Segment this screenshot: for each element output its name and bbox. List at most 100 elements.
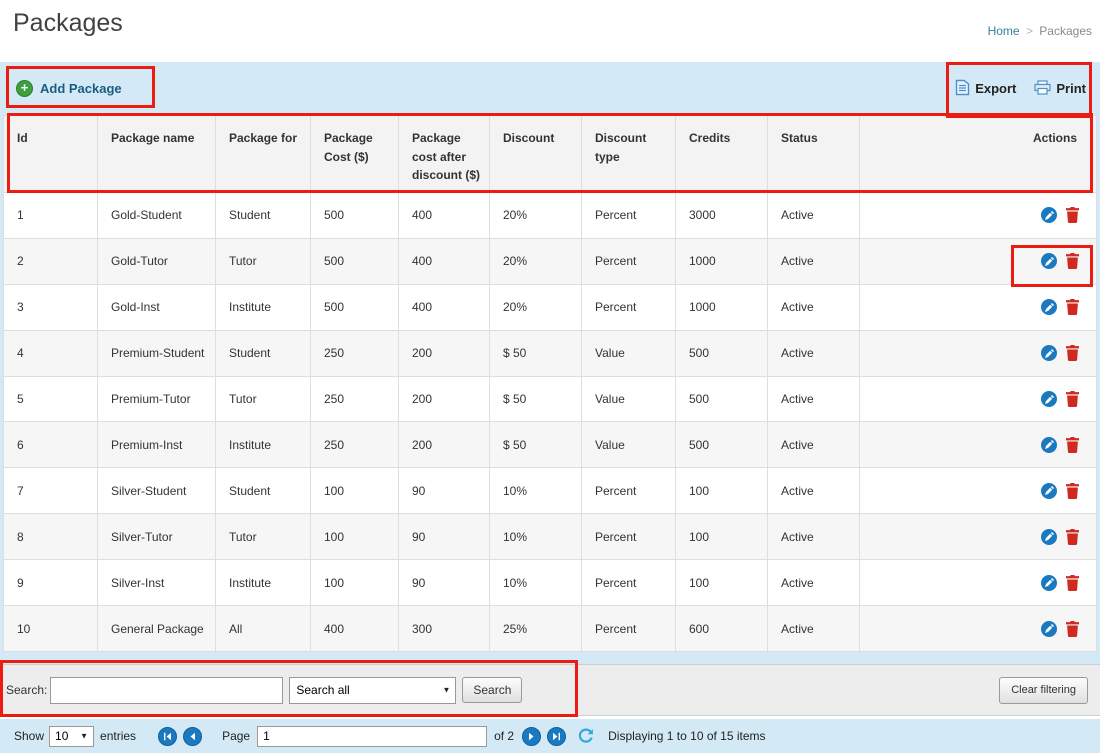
cell-cost_after: 400: [399, 284, 490, 330]
column-header-discount-type[interactable]: Discount type: [582, 116, 676, 193]
content-panel: + Add Package Export Print Id: [0, 62, 1100, 753]
cell-discount_type: Percent: [582, 606, 676, 652]
cell-credits: 100: [676, 514, 768, 560]
cell-actions: [860, 422, 1097, 468]
search-input[interactable]: [50, 677, 283, 704]
refresh-icon[interactable]: [578, 728, 594, 744]
edit-icon[interactable]: [1041, 529, 1057, 545]
edit-icon[interactable]: [1041, 391, 1057, 407]
trash-icon[interactable]: [1066, 529, 1079, 545]
column-header-status[interactable]: Status: [768, 116, 860, 193]
cell-discount_type: Percent: [582, 514, 676, 560]
page-title: Packages: [13, 9, 123, 38]
column-header-package-cost[interactable]: Package Cost ($): [311, 116, 399, 193]
cell-status: Active: [768, 606, 860, 652]
column-header-package-name[interactable]: Package name: [98, 116, 216, 193]
trash-icon[interactable]: [1066, 391, 1079, 407]
print-button[interactable]: Print: [1034, 80, 1086, 98]
cell-actions: [860, 238, 1097, 284]
cell-actions: [860, 514, 1097, 560]
cell-status: Active: [768, 193, 860, 239]
column-header-discount[interactable]: Discount: [490, 116, 582, 193]
panel-gap: [0, 652, 1100, 664]
export-label: Export: [975, 81, 1016, 96]
page-size-wrapper: 10 ▼: [49, 726, 94, 747]
trash-icon[interactable]: [1066, 253, 1079, 269]
column-header-cost-after-discount[interactable]: Package cost after discount ($): [399, 116, 490, 193]
add-package-button[interactable]: + Add Package: [16, 80, 122, 97]
cell-cost: 100: [311, 468, 399, 514]
cell-cost_after: 200: [399, 422, 490, 468]
edit-icon[interactable]: [1041, 437, 1057, 453]
breadcrumb-current: Packages: [1039, 24, 1092, 38]
cell-credits: 1000: [676, 238, 768, 284]
cell-actions: [860, 376, 1097, 422]
cell-cost: 250: [311, 330, 399, 376]
cell-cost: 250: [311, 422, 399, 468]
clear-filtering-button[interactable]: Clear filtering: [999, 677, 1088, 704]
cell-cost_after: 400: [399, 238, 490, 284]
breadcrumb-home-link[interactable]: Home: [988, 24, 1020, 38]
cell-credits: 3000: [676, 193, 768, 239]
cell-name: Gold-Tutor: [98, 238, 216, 284]
cell-for: Student: [216, 330, 311, 376]
cell-discount: 10%: [490, 514, 582, 560]
trash-icon[interactable]: [1066, 345, 1079, 361]
cell-discount: $ 50: [490, 330, 582, 376]
column-header-package-for[interactable]: Package for: [216, 116, 311, 193]
toolbar: + Add Package Export Print: [0, 62, 1100, 115]
cell-cost_after: 300: [399, 606, 490, 652]
page-number-input[interactable]: [257, 726, 487, 747]
cell-name: Silver-Tutor: [98, 514, 216, 560]
of-label: of 2: [494, 729, 514, 743]
search-button[interactable]: Search: [462, 677, 522, 703]
page-size-select[interactable]: 10: [49, 726, 94, 747]
cell-cost: 100: [311, 560, 399, 606]
cell-name: Gold-Inst: [98, 284, 216, 330]
trash-icon[interactable]: [1066, 621, 1079, 637]
trash-icon[interactable]: [1066, 299, 1079, 315]
cell-status: Active: [768, 514, 860, 560]
cell-cost: 250: [311, 376, 399, 422]
trash-icon[interactable]: [1066, 575, 1079, 591]
cell-name: Gold-Student: [98, 193, 216, 239]
cell-for: Institute: [216, 284, 311, 330]
cell-id: 7: [4, 468, 98, 514]
cell-discount: $ 50: [490, 376, 582, 422]
export-button[interactable]: Export: [955, 79, 1016, 99]
trash-icon[interactable]: [1066, 207, 1079, 223]
cell-discount_type: Value: [582, 330, 676, 376]
edit-icon[interactable]: [1041, 299, 1057, 315]
cell-credits: 500: [676, 376, 768, 422]
add-package-label: Add Package: [40, 81, 122, 96]
edit-icon[interactable]: [1041, 253, 1057, 269]
cell-credits: 1000: [676, 284, 768, 330]
cell-cost: 500: [311, 238, 399, 284]
table-header-row: Id Package name Package for Package Cost…: [4, 116, 1097, 193]
search-filter-wrapper: Search all ▼: [289, 677, 456, 704]
edit-icon[interactable]: [1041, 483, 1057, 499]
cell-cost_after: 400: [399, 193, 490, 239]
cell-cost_after: 90: [399, 560, 490, 606]
trash-icon[interactable]: [1066, 483, 1079, 499]
edit-icon[interactable]: [1041, 207, 1057, 223]
column-header-credits[interactable]: Credits: [676, 116, 768, 193]
last-page-button[interactable]: [547, 727, 566, 746]
breadcrumb: Home > Packages: [988, 24, 1092, 38]
edit-icon[interactable]: [1041, 345, 1057, 361]
edit-icon[interactable]: [1041, 575, 1057, 591]
table-row: 9Silver-InstInstitute1009010%Percent100A…: [4, 560, 1097, 606]
pagination-bar: Show 10 ▼ entries Page of 2 Displaying 1…: [0, 716, 1100, 753]
column-header-id[interactable]: Id: [4, 116, 98, 193]
search-filter-select[interactable]: Search all: [289, 677, 456, 704]
cell-id: 6: [4, 422, 98, 468]
prev-page-button[interactable]: [183, 727, 202, 746]
first-page-button[interactable]: [158, 727, 177, 746]
entries-label: entries: [100, 729, 136, 743]
edit-icon[interactable]: [1041, 621, 1057, 637]
next-page-button[interactable]: [522, 727, 541, 746]
trash-icon[interactable]: [1066, 437, 1079, 453]
cell-cost: 500: [311, 284, 399, 330]
cell-actions: [860, 284, 1097, 330]
cell-status: Active: [768, 376, 860, 422]
